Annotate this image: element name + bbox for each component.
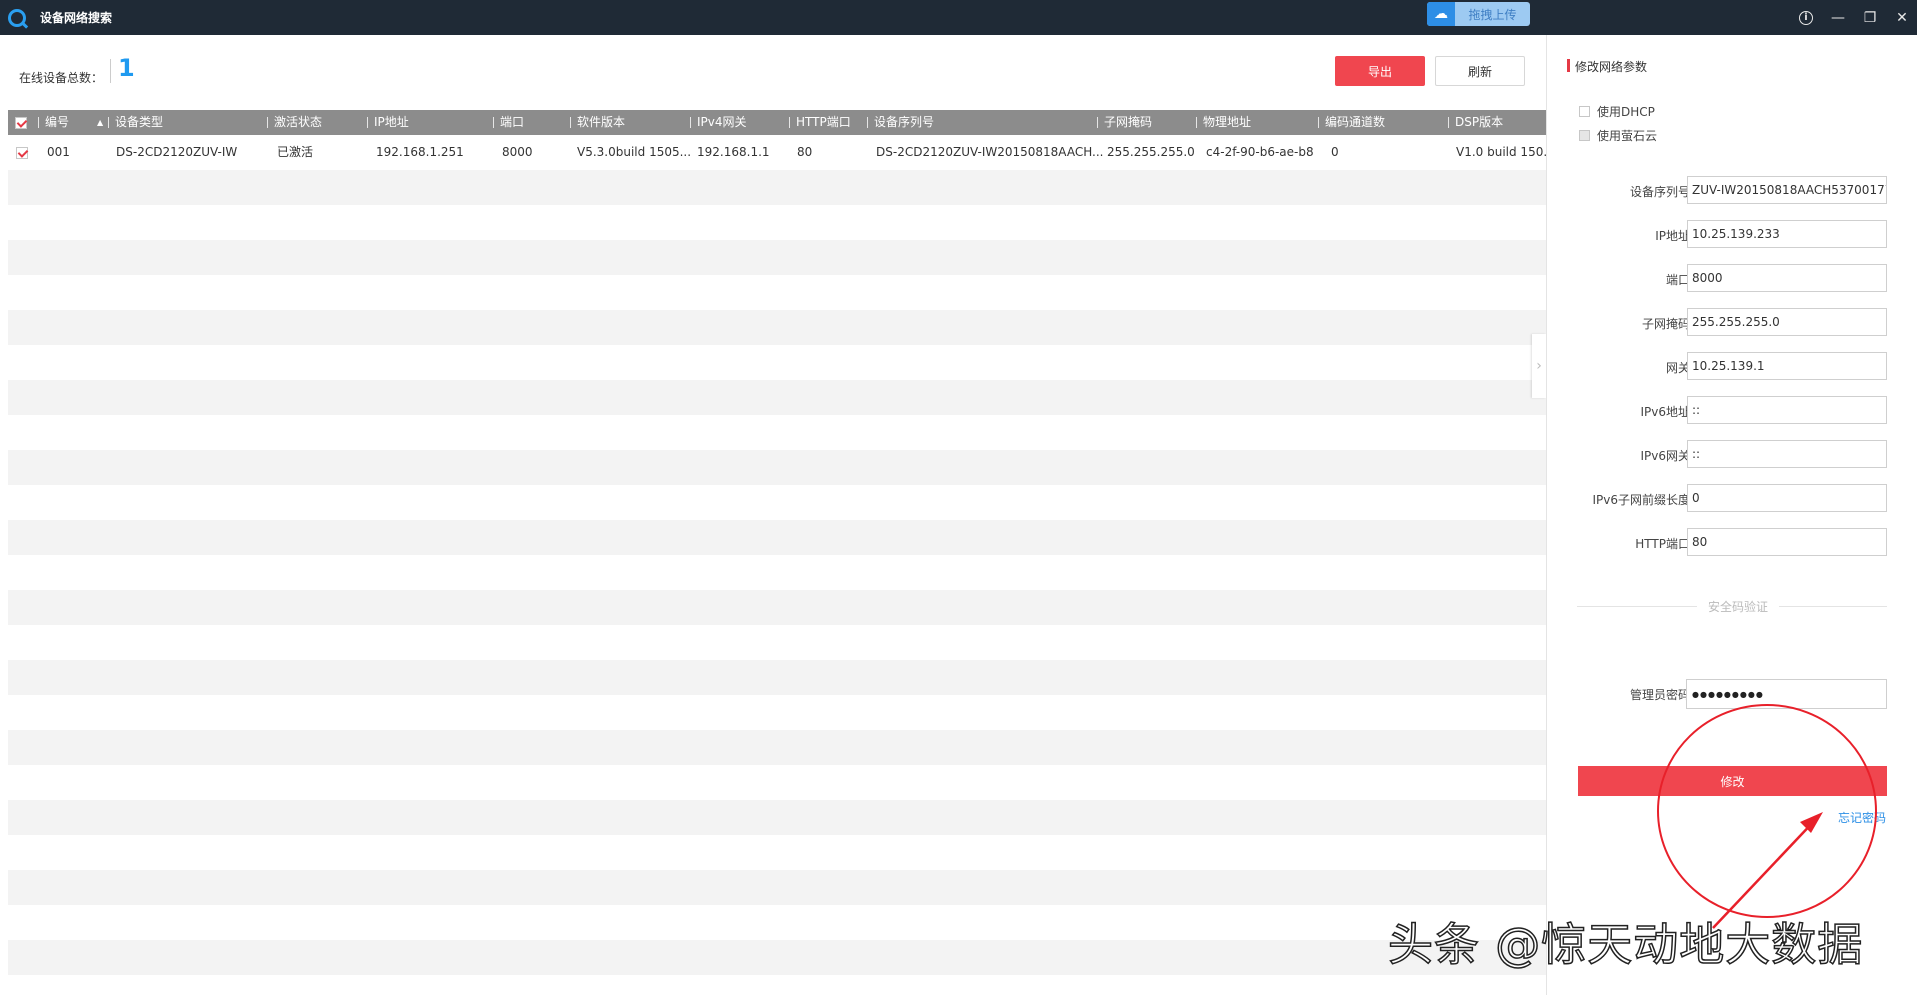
empty-row bbox=[8, 170, 1548, 205]
field-input[interactable]: ZUV-IW20150818AACH537001774 bbox=[1687, 176, 1887, 204]
col-ip[interactable]: IP地址 bbox=[367, 110, 409, 135]
cloud-icon: ☁ bbox=[1427, 2, 1455, 26]
empty-row bbox=[8, 660, 1548, 695]
empty-row bbox=[8, 835, 1548, 870]
restore-icon[interactable]: ❐ bbox=[1863, 10, 1877, 26]
empty-row bbox=[8, 345, 1548, 380]
refresh-button[interactable]: 刷新 bbox=[1435, 56, 1525, 86]
online-count: 1 bbox=[118, 54, 135, 82]
table-row[interactable]: 001 DS-2CD2120ZUV-IW 已激活 192.168.1.251 8… bbox=[8, 135, 1555, 170]
modify-network-panel: 修改网络参数 使用DHCP 使用萤石云 设备序列号： ZUV-IW20150818… bbox=[1546, 35, 1917, 995]
admin-password-input[interactable]: ●●●●●●●●● bbox=[1686, 679, 1887, 709]
field-input[interactable]: 8000 bbox=[1687, 264, 1887, 292]
col-type[interactable]: 设备类型 bbox=[108, 110, 163, 135]
cell-status: 已激活 bbox=[277, 145, 314, 159]
empty-row bbox=[8, 310, 1548, 345]
cell-mac: c4-2f-90-b6-ae-b8 bbox=[1206, 145, 1314, 159]
empty-row bbox=[8, 485, 1548, 520]
table-header: 编号 ▲ 设备类型 激活状态 IP地址 端口 软件版本 IPv4网关 HTTP端口… bbox=[8, 110, 1548, 135]
col-no[interactable]: 编号 ▲ bbox=[38, 110, 103, 135]
divider bbox=[110, 59, 111, 83]
use-dhcp-label: 使用DHCP bbox=[1597, 105, 1655, 119]
empty-row bbox=[8, 800, 1548, 835]
cell-software: V5.3.0build 1505... bbox=[577, 145, 692, 159]
export-button[interactable]: 导出 bbox=[1335, 56, 1425, 86]
field-input[interactable]: :: bbox=[1687, 440, 1887, 468]
cell-dsp: V1.0 build 150... bbox=[1456, 145, 1555, 159]
col-channels[interactable]: 编码通道数 bbox=[1318, 110, 1385, 135]
empty-row bbox=[8, 905, 1548, 940]
col-mask[interactable]: 子网掩码 bbox=[1097, 110, 1152, 135]
cell-port: 8000 bbox=[502, 145, 533, 159]
online-count-label: 在线设备总数： bbox=[19, 71, 104, 85]
cell-serial: DS-2CD2120ZUV-IW20150818AACH... bbox=[876, 145, 1104, 159]
col-status[interactable]: 激活状态 bbox=[267, 110, 322, 135]
panel-collapse-button[interactable]: › bbox=[1532, 334, 1546, 398]
field-input[interactable]: 0 bbox=[1687, 484, 1887, 512]
col-mac[interactable]: 物理地址 bbox=[1196, 110, 1251, 135]
col-serial[interactable]: 设备序列号 bbox=[867, 110, 934, 135]
use-ezviz-checkbox bbox=[1579, 130, 1590, 141]
upload-button[interactable]: ☁ 拖拽上传 bbox=[1427, 2, 1530, 26]
col-software[interactable]: 软件版本 bbox=[570, 110, 625, 135]
empty-row bbox=[8, 695, 1548, 730]
empty-row bbox=[8, 520, 1548, 555]
search-app-icon bbox=[8, 8, 26, 27]
minimize-icon[interactable]: — bbox=[1831, 10, 1845, 26]
watermark: 头条 @惊天动地大数据 bbox=[1387, 917, 1864, 972]
empty-row bbox=[8, 415, 1548, 450]
col-gateway[interactable]: IPv4网关 bbox=[690, 110, 747, 135]
select-all-cell[interactable] bbox=[8, 110, 38, 135]
empty-row bbox=[8, 380, 1548, 415]
device-list-area: 在线设备总数： 1 导出 刷新 编号 ▲ 设备类型 激活状态 IP地址 端口 软件… bbox=[0, 35, 1555, 995]
chevron-right-icon: › bbox=[1536, 358, 1542, 374]
empty-row bbox=[8, 205, 1548, 240]
field-label: IPv6子网前缀长度： bbox=[1592, 493, 1702, 507]
cell-gateway: 192.168.1.1 bbox=[697, 145, 770, 159]
empty-row bbox=[8, 240, 1548, 275]
forgot-password-link[interactable]: 忘记密码 bbox=[1838, 809, 1886, 826]
empty-row bbox=[8, 730, 1548, 765]
cell-http-port: 80 bbox=[797, 145, 813, 159]
cell-no: 001 bbox=[47, 145, 70, 159]
device-table: 编号 ▲ 设备类型 激活状态 IP地址 端口 软件版本 IPv4网关 HTTP端口… bbox=[8, 110, 1555, 975]
sort-asc-icon: ▲ bbox=[97, 118, 104, 127]
select-all-checkbox[interactable] bbox=[15, 116, 27, 129]
cell-channels: 0 bbox=[1331, 145, 1339, 159]
use-dhcp-checkbox[interactable] bbox=[1579, 106, 1590, 117]
password-mask: ●●●●●●●●● bbox=[1692, 689, 1764, 699]
use-dhcp-option[interactable]: 使用DHCP bbox=[1579, 103, 1655, 120]
security-label: 安全码验证 bbox=[1697, 598, 1779, 615]
col-dsp[interactable]: DSP版本 bbox=[1448, 110, 1503, 135]
title-bar: 设备网络搜索 ☁ 拖拽上传 i — ❐ ✕ bbox=[0, 0, 1917, 35]
empty-row bbox=[8, 590, 1548, 625]
use-ezviz-option: 使用萤石云 bbox=[1579, 127, 1657, 144]
window-title: 设备网络搜索 bbox=[40, 11, 113, 25]
empty-row bbox=[8, 625, 1548, 660]
field-input[interactable]: 255.255.255.0 bbox=[1687, 308, 1887, 336]
empty-row bbox=[8, 870, 1548, 905]
row-checkbox[interactable] bbox=[16, 146, 28, 159]
empty-row bbox=[8, 940, 1548, 975]
cell-ip: 192.168.1.251 bbox=[376, 145, 464, 159]
field-input[interactable]: 10.25.139.1 bbox=[1687, 352, 1887, 380]
col-port[interactable]: 端口 bbox=[493, 110, 524, 135]
empty-row bbox=[8, 765, 1548, 800]
panel-title: 修改网络参数 bbox=[1567, 58, 1647, 75]
info-icon[interactable]: i bbox=[1799, 10, 1813, 25]
cell-type: DS-2CD2120ZUV-IW bbox=[116, 145, 238, 159]
use-ezviz-label: 使用萤石云 bbox=[1597, 129, 1658, 143]
cell-mask: 255.255.255.0 bbox=[1107, 145, 1195, 159]
modify-button[interactable]: 修改 bbox=[1578, 766, 1887, 796]
field-input[interactable]: :: bbox=[1687, 396, 1887, 424]
empty-row bbox=[8, 450, 1548, 485]
empty-row bbox=[8, 555, 1548, 590]
col-http-port[interactable]: HTTP端口 bbox=[789, 110, 851, 135]
empty-row bbox=[8, 275, 1548, 310]
field-input[interactable]: 80 bbox=[1687, 528, 1887, 556]
close-icon[interactable]: ✕ bbox=[1895, 10, 1909, 26]
upload-label: 拖拽上传 bbox=[1468, 7, 1517, 22]
field-input[interactable]: 10.25.139.233 bbox=[1687, 220, 1887, 248]
